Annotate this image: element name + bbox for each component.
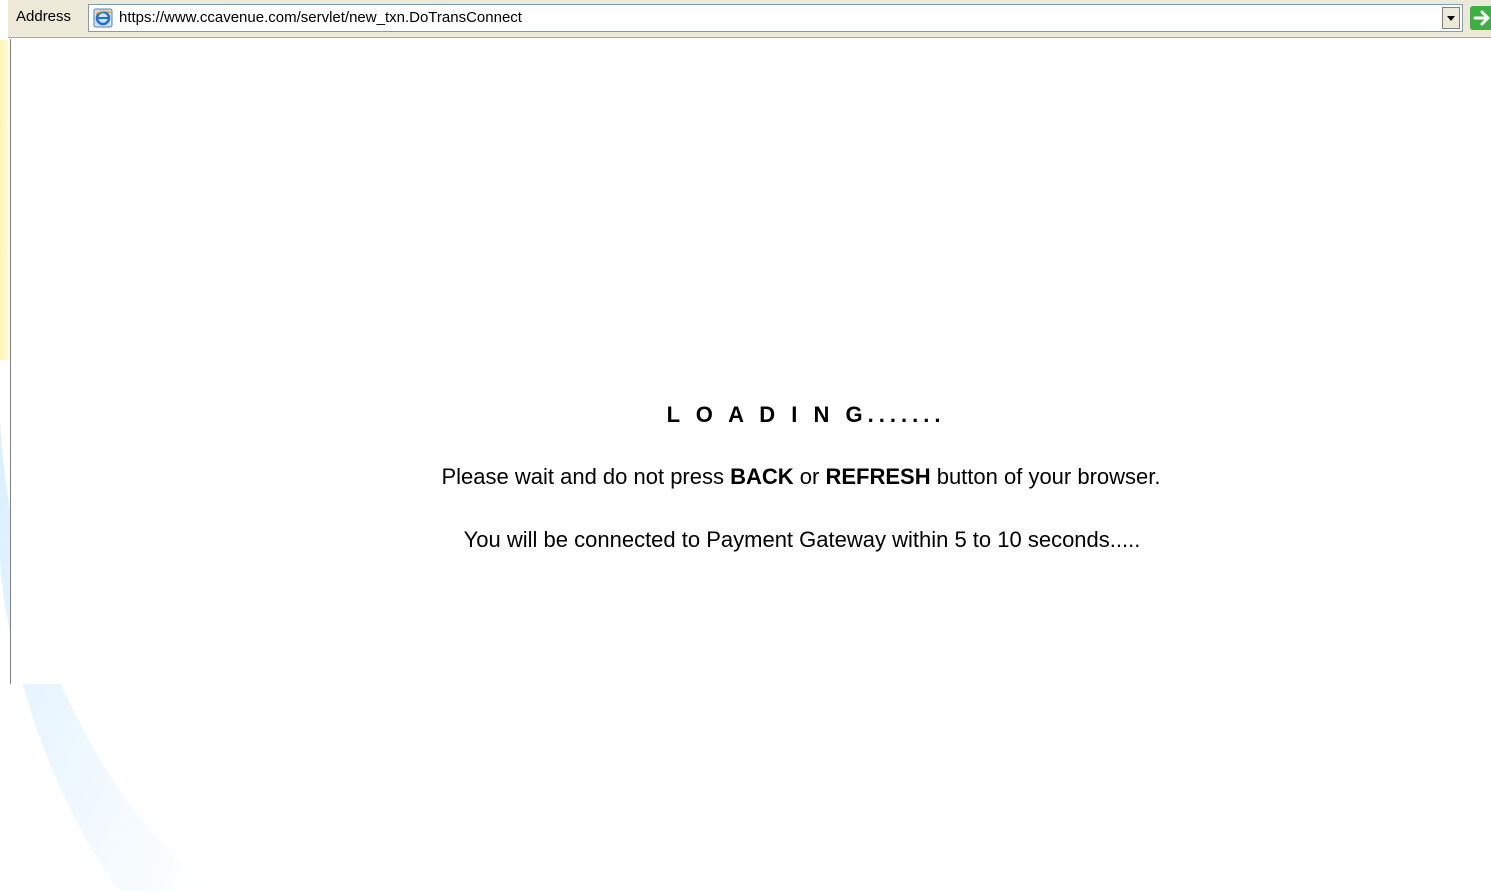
warning-back-word: BACK [730,464,794,489]
warning-prefix: Please wait and do not press [441,464,731,489]
address-dropdown-button[interactable] [1442,7,1460,29]
go-arrow-icon [1470,6,1491,30]
loading-heading: L O A D I N G....... [666,402,946,427]
connect-notice-text: You will be connected to Payment Gateway… [463,527,1141,552]
page-viewport: L O A D I N G....... Please wait and do … [10,39,1491,684]
address-input[interactable]: https://www.ccavenue.com/servlet/new_txn… [88,4,1463,32]
address-url-text: https://www.ccavenue.com/servlet/new_txn… [119,9,522,26]
warning-refresh-word: REFRESH [825,464,931,489]
go-button[interactable] [1469,4,1491,32]
warning-or: or [793,464,826,489]
address-label: Address [16,8,72,25]
ie-page-icon [93,8,113,28]
browser-warning-text: Please wait and do not press BACK or REF… [11,464,1491,490]
warning-suffix: button of your browser. [930,464,1161,489]
address-bar: Address https://www.ccavenue.com/servlet… [8,0,1491,38]
